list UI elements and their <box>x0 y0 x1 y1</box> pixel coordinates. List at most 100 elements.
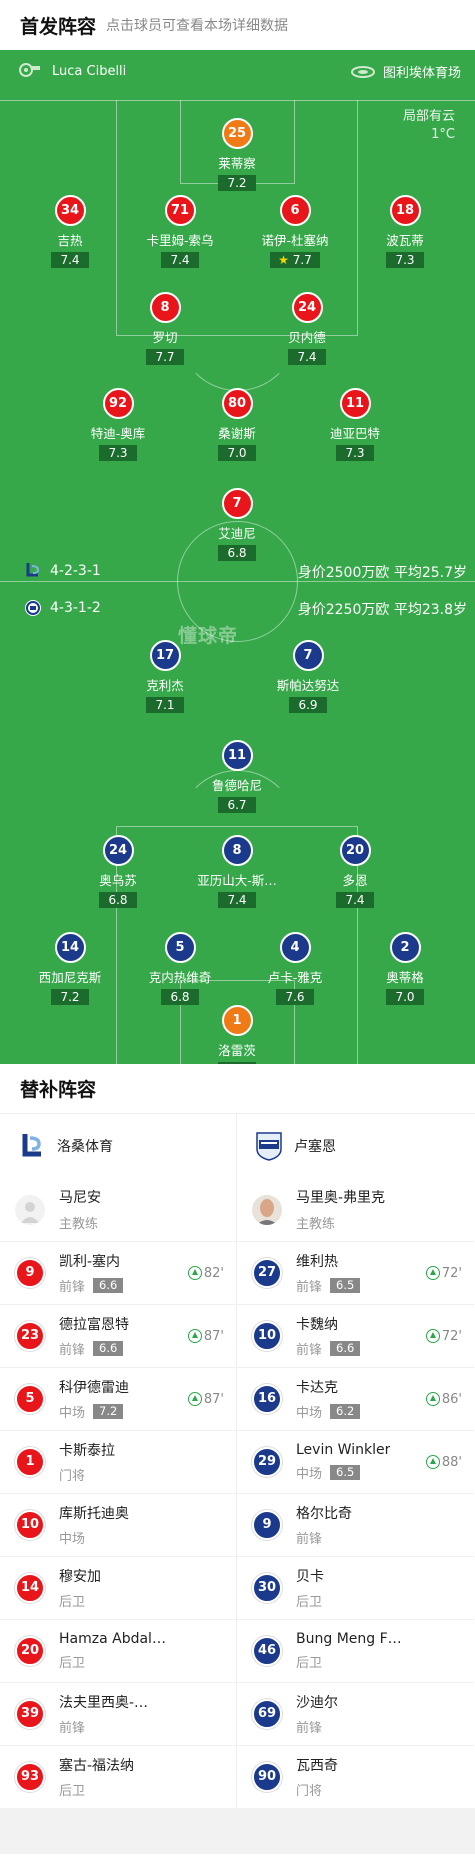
referee-info: Luca Cibelli <box>18 62 126 80</box>
player-name: 罗切 <box>152 330 178 345</box>
player-number: 11 <box>339 388 371 419</box>
away-player[interactable]: 17 克利杰 7.1 <box>95 640 235 713</box>
player-number: 8 <box>149 292 181 323</box>
sub-player-position: 前锋 <box>59 1280 86 1295</box>
sub-player-number: 46 <box>252 1636 282 1666</box>
sub-player-rating: 6.2 <box>330 1404 361 1419</box>
player-number: 7 <box>292 640 324 671</box>
player-number: 71 <box>164 195 196 226</box>
home-team-row[interactable]: 洛桑体育 <box>0 1114 236 1178</box>
sub-player-row[interactable]: 30 贝卡 后卫 <box>237 1556 474 1619</box>
sub-player-row[interactable]: 69 沙迪尔 前锋 <box>237 1682 474 1745</box>
player-rating: 7.0 <box>218 445 256 461</box>
sub-player-position: 前锋 <box>296 1532 323 1547</box>
sub-player-row[interactable]: 10 库斯托迪奥 中场 <box>0 1493 236 1556</box>
footer-spacer <box>0 1808 475 1854</box>
home-player[interactable]: 25 莱蒂察 7.2 <box>167 118 307 191</box>
rating-value: 7.3 <box>108 446 128 460</box>
player-rating: 6.8 <box>218 545 256 561</box>
sub-player-name: 德拉富恩特 <box>59 1317 129 1333</box>
sub-player-position: 后卫 <box>296 1595 323 1610</box>
sub-player-row[interactable]: 14 穆安加 后卫 <box>0 1556 236 1619</box>
sub-player-name: Levin Winkler <box>296 1442 391 1458</box>
player-number: 2 <box>389 932 421 963</box>
rating-value: 7.4 <box>297 350 317 364</box>
sub-player-row[interactable]: 93 塞古-福法纳 后卫 <box>0 1745 236 1808</box>
away-coach-name: 马里奥-弗里克 <box>296 1190 386 1206</box>
sub-player-row[interactable]: 5 科伊德雷迪 中场 7.2 87' <box>0 1367 236 1430</box>
sub-player-row[interactable]: 9 凯利-塞内 前锋 6.6 82' <box>0 1241 236 1304</box>
rating-value: 7.7 <box>292 253 312 267</box>
away-player[interactable]: 7 斯帕达努达 6.9 <box>238 640 378 713</box>
player-number: 24 <box>291 292 323 323</box>
home-player[interactable]: 11 迪亚巴特 7.3 <box>285 388 425 461</box>
sub-player-number: 10 <box>252 1321 282 1351</box>
player-name: 克利杰 <box>146 678 184 693</box>
away-player[interactable]: 20 多恩 7.4 <box>285 835 425 908</box>
sub-player-row[interactable]: 39 法夫里西奥-… 前锋 <box>0 1682 236 1745</box>
player-rating: 6.8 <box>161 989 199 1005</box>
player-rating: 7.4 <box>336 892 374 908</box>
home-coach-row[interactable]: 马尼安 主教练 <box>0 1178 236 1241</box>
sub-player-name: 格尔比奇 <box>296 1506 352 1522</box>
player-rating: ★ 7.7 <box>270 252 320 268</box>
sub-player-row[interactable]: 20 Hamza Abdall… 后卫 <box>0 1619 236 1682</box>
sub-player-row[interactable]: 9 格尔比奇前锋 <box>237 1493 474 1556</box>
player-rating: 6.8 <box>99 892 137 908</box>
venue-info: 图利埃体育场 <box>350 62 461 81</box>
player-number: 25 <box>221 118 253 149</box>
rating-value: 7.2 <box>227 176 247 190</box>
player-number: 17 <box>149 640 181 671</box>
sub-player-name: 凯利-塞内 <box>59 1254 121 1270</box>
sub-player-position: 中场 <box>59 1532 86 1547</box>
away-player[interactable]: 1 洛雷茨 7.7 <box>167 1005 307 1064</box>
sub-player-number: 23 <box>15 1321 45 1351</box>
away-player[interactable]: 11 鲁德哈尼 6.7 <box>167 740 307 813</box>
sub-player-name: 塞古-福法纳 <box>59 1758 135 1774</box>
sub-on-indicator: 86' <box>425 1392 462 1407</box>
away-coach-row[interactable]: 马里奥-弗里克 主教练 <box>237 1178 474 1241</box>
sub-player-row[interactable]: 29 Levin Winkler 中场 6.5 88' <box>237 1430 474 1493</box>
sub-player-row[interactable]: 16 卡达克 中场 6.2 86' <box>237 1367 474 1430</box>
sub-player-row[interactable]: 46 Bung Meng F… 后卫 <box>237 1619 474 1682</box>
home-player[interactable]: 8 罗切 7.7 <box>95 292 235 365</box>
player-name: 鲁德哈尼 <box>211 778 262 793</box>
sub-player-number: 9 <box>252 1510 282 1540</box>
sub-player-position: 门将 <box>59 1469 86 1484</box>
away-player[interactable]: 2 奥蒂格 7.0 <box>335 932 475 1005</box>
sub-player-row[interactable]: 90 瓦西奇 门将 <box>237 1745 474 1808</box>
player-number: 1 <box>221 1005 253 1036</box>
player-rating: 7.3 <box>336 445 374 461</box>
sub-player-position: 后卫 <box>59 1784 86 1799</box>
home-subs-column: 洛桑体育 马尼安 主教练 9 凯利-塞内 前锋 6.6 82' 23 德拉富恩特 前锋 6.6 87… <box>0 1114 237 1808</box>
player-rating: 7.2 <box>51 989 89 1005</box>
sub-player-number: 29 <box>252 1447 282 1477</box>
sub-player-row[interactable]: 27 维利热 前锋 6.5 72' <box>237 1241 474 1304</box>
home-player[interactable]: 18 波瓦蒂 7.3 <box>335 195 475 268</box>
home-formation-text: 4-2-3-1 <box>50 563 101 579</box>
sub-player-row[interactable]: 10 卡魏纳 前锋 6.6 72' <box>237 1304 474 1367</box>
home-player[interactable]: 24 贝内德 7.4 <box>237 292 377 365</box>
player-number: 34 <box>54 195 86 226</box>
player-number: 7 <box>221 488 253 519</box>
player-name: 艾迪尼 <box>218 526 256 541</box>
sub-on-minute: 82' <box>203 1265 224 1281</box>
player-number: 4 <box>279 932 311 963</box>
sub-player-number: 1 <box>15 1447 45 1477</box>
lausanne-logo-icon <box>17 1131 47 1161</box>
sub-on-indicator: 82' <box>187 1265 224 1281</box>
player-number: 14 <box>54 932 86 963</box>
player-name: 莱蒂察 <box>218 156 256 171</box>
whistle-icon <box>18 62 40 80</box>
player-rating: 7.1 <box>146 697 184 713</box>
player-rating: 7.2 <box>218 175 256 191</box>
home-player[interactable]: 7 艾迪尼 6.8 <box>167 488 307 561</box>
away-team-row[interactable]: 卢塞恩 <box>237 1114 474 1178</box>
sub-on-indicator: 87' <box>187 1329 224 1344</box>
away-team-name: 卢塞恩 <box>294 1139 336 1155</box>
sub-player-row[interactable]: 1 卡斯泰拉 门将 <box>0 1430 236 1493</box>
sub-player-name: Bung Meng F… <box>296 1631 402 1647</box>
home-team-logo-icon <box>24 562 42 580</box>
rating-value: 7.0 <box>395 990 415 1004</box>
sub-player-row[interactable]: 23 德拉富恩特 前锋 6.6 87' <box>0 1304 236 1367</box>
